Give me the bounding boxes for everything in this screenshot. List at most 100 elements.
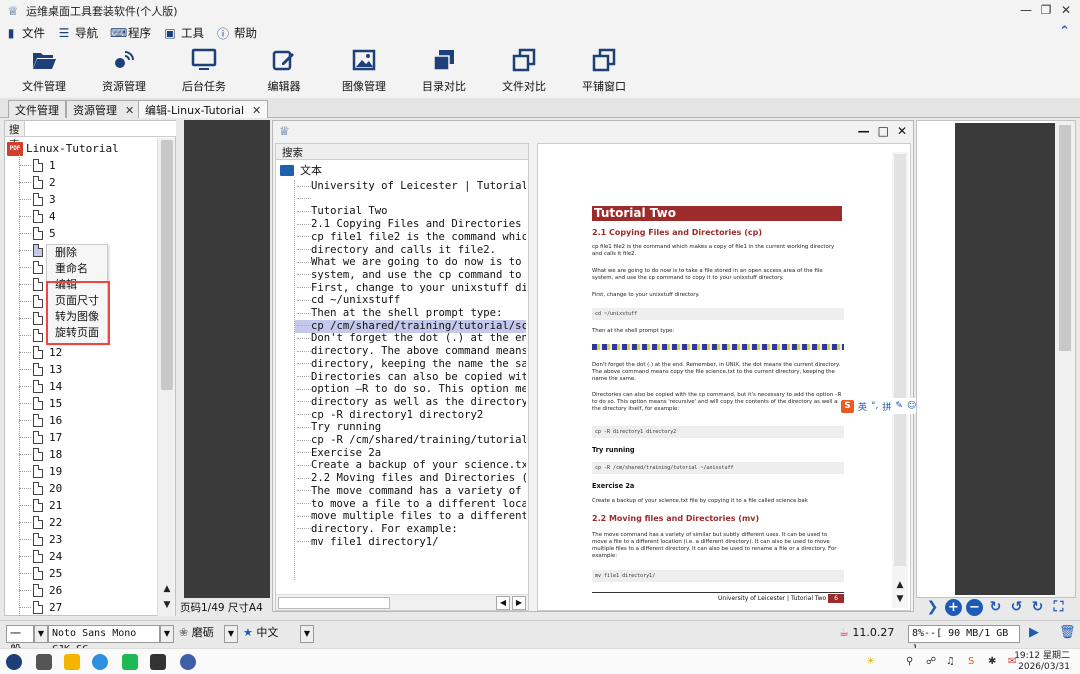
bluetooth-icon[interactable]: ✱: [988, 656, 996, 667]
menu-help[interactable]: ⓘ 帮助: [216, 25, 257, 42]
app-taskbar-icon[interactable]: [180, 654, 196, 670]
tree-page-item[interactable]: 25: [19, 565, 62, 582]
menu-file[interactable]: ▮ 文件: [4, 25, 45, 41]
editor-maximize-button[interactable]: □: [878, 124, 889, 138]
close-tab-icon[interactable]: ✕: [252, 104, 261, 117]
tree-page-item[interactable]: 4: [19, 208, 56, 225]
tree-page-item[interactable]: 17: [19, 429, 62, 446]
right-scrollbar-thumb[interactable]: [1059, 125, 1071, 351]
text-line[interactable]: cd ~/unixstuff: [295, 294, 400, 307]
text-line[interactable]: Directories can also be copied with the …: [295, 371, 526, 384]
tree-page-item[interactable]: 21: [19, 497, 62, 514]
text-root[interactable]: 文本: [280, 162, 322, 178]
text-line[interactable]: system, and use the cp command to copy i…: [295, 269, 526, 282]
volume-icon[interactable]: ♫: [946, 656, 955, 667]
clock[interactable]: 19:12 星期二 2026/03/31: [1014, 651, 1070, 673]
tree-page-item[interactable]: 1: [19, 157, 56, 174]
ctx-delete[interactable]: 删除: [47, 245, 107, 261]
text-line[interactable]: Exercise 2a: [295, 447, 381, 460]
scroll-up-icon[interactable]: ▲: [161, 584, 173, 596]
font-select[interactable]: Noto Sans Mono CJK SC: [48, 625, 160, 655]
chevron-down-icon[interactable]: ▼: [224, 625, 238, 643]
text-line[interactable]: cp -R /cm/shared/training/tutorial ~/uni…: [295, 434, 526, 447]
tree-page-item[interactable]: [19, 310, 49, 327]
splitter[interactable]: [176, 120, 184, 616]
tree-page-item[interactable]: [19, 293, 49, 310]
chevron-down-icon[interactable]: ▼: [160, 625, 174, 643]
chevron-down-icon[interactable]: ▼: [300, 625, 314, 643]
toolbar-tile-windows-button[interactable]: 平铺窗口: [564, 44, 644, 98]
text-line[interactable]: What we are going to do now is to take a…: [295, 256, 526, 269]
text-line[interactable]: cp -R directory1 directory2: [295, 409, 483, 422]
scroll-left-icon[interactable]: ◀: [496, 596, 510, 610]
scroll-right-icon[interactable]: ▶: [512, 596, 526, 610]
tree-page-item[interactable]: [19, 259, 49, 276]
toolbar-file-manager-button[interactable]: 文件管理: [4, 44, 84, 98]
emoji-icon[interactable]: ☺: [907, 401, 916, 411]
text-line[interactable]: Tutorial Two: [295, 205, 388, 218]
tree-page-item[interactable]: 19: [19, 463, 62, 480]
tree-page-item[interactable]: 13: [19, 361, 62, 378]
terminal-icon[interactable]: [150, 654, 166, 670]
search-icon[interactable]: ⚲: [906, 656, 913, 667]
scroll-down-icon[interactable]: ▼: [161, 600, 173, 612]
tree-page-item[interactable]: 15: [19, 395, 62, 412]
ime-tray-icon[interactable]: S: [968, 656, 974, 667]
file-manager-icon[interactable]: [64, 654, 80, 670]
close-button[interactable]: ✕: [1058, 3, 1074, 17]
theme-select[interactable]: ❀ 磨砺: [176, 625, 224, 643]
text-line[interactable]: directory and calls it file2.: [295, 244, 496, 257]
tree-page-item[interactable]: 18: [19, 446, 62, 463]
menu-tools[interactable]: ▣ 工具: [163, 25, 204, 41]
trash-icon[interactable]: 🗑: [1056, 625, 1076, 643]
tree-page-item[interactable]: [19, 242, 49, 259]
pdf-vertical-scrollbar[interactable]: ▲ ▼: [892, 152, 908, 608]
tab-file-manager[interactable]: 文件管理: [8, 100, 66, 118]
language-select[interactable]: ★ 中文: [240, 625, 300, 643]
rotate-left-icon[interactable]: ↺: [1008, 599, 1025, 616]
text-line[interactable]: The move command has a variety of simila…: [295, 485, 526, 498]
text-line[interactable]: directory as well as the directory itsel…: [295, 396, 526, 409]
rotate-right-icon[interactable]: ↻: [1029, 599, 1046, 616]
tree-page-item[interactable]: 3: [19, 191, 56, 208]
play-icon[interactable]: ▶: [1026, 625, 1046, 643]
zoom-out-icon[interactable]: −: [966, 599, 983, 616]
menu-program[interactable]: ⌨ 程序: [110, 25, 151, 41]
refresh-icon[interactable]: ↻: [987, 599, 1004, 616]
tree-page-item[interactable]: [19, 327, 49, 344]
multitask-icon[interactable]: [36, 654, 52, 670]
tree-root[interactable]: PDF Linux-Tutorial: [7, 140, 119, 157]
editor-close-button[interactable]: ✕: [897, 124, 907, 138]
text-line[interactable]: Try running: [295, 421, 381, 434]
collapse-toolbar-icon[interactable]: ⌃: [1059, 24, 1070, 39]
store-icon[interactable]: [122, 654, 138, 670]
tree-search-input[interactable]: [24, 121, 202, 136]
editor-minimize-button[interactable]: —: [858, 124, 870, 138]
text-line[interactable]: cp /cm/shared/training/tutorial/science.…: [295, 319, 526, 333]
zoom-in-icon[interactable]: +: [945, 599, 962, 616]
text-line[interactable]: cp file1 file2 is the command which make…: [295, 231, 526, 244]
toolbar-image-manager-button[interactable]: 图像管理: [324, 44, 404, 98]
tab-resource-manager[interactable]: 资源管理 ✕: [66, 100, 142, 118]
text-line[interactable]: First, change to your unixstuff director…: [295, 282, 526, 295]
text-line[interactable]: directory. For example:: [295, 523, 458, 536]
text-line[interactable]: Create a backup of your science.txt file…: [295, 459, 526, 472]
browser-icon[interactable]: [92, 654, 108, 670]
close-tab-icon[interactable]: ✕: [125, 104, 134, 117]
menu-navigate[interactable]: ☰ 导航: [57, 25, 98, 41]
toolbar-dir-compare-button[interactable]: 目录对比: [404, 44, 484, 98]
ctx-rename[interactable]: 重命名: [47, 261, 107, 277]
tree-page-item[interactable]: 23: [19, 531, 62, 548]
tree-page-item[interactable]: 5: [19, 225, 56, 242]
toolbar-editor-button[interactable]: 编辑器: [244, 44, 324, 98]
toolbar-resource-manager-button[interactable]: 资源管理: [84, 44, 164, 98]
scroll-up-icon[interactable]: ▲: [894, 580, 906, 592]
next-icon[interactable]: ❯: [924, 599, 941, 616]
toolbar-file-compare-button[interactable]: 文件对比: [484, 44, 564, 98]
fit-page-icon[interactable]: ⛶: [1050, 599, 1067, 616]
minimize-button[interactable]: —: [1018, 3, 1034, 17]
start-menu-icon[interactable]: [6, 654, 22, 670]
text-line[interactable]: to move a file to a different location (…: [295, 498, 526, 511]
toolbar-background-tasks-button[interactable]: 后台任务: [164, 44, 244, 98]
text-line[interactable]: option –R to do so. This option means ‘r…: [295, 383, 526, 396]
